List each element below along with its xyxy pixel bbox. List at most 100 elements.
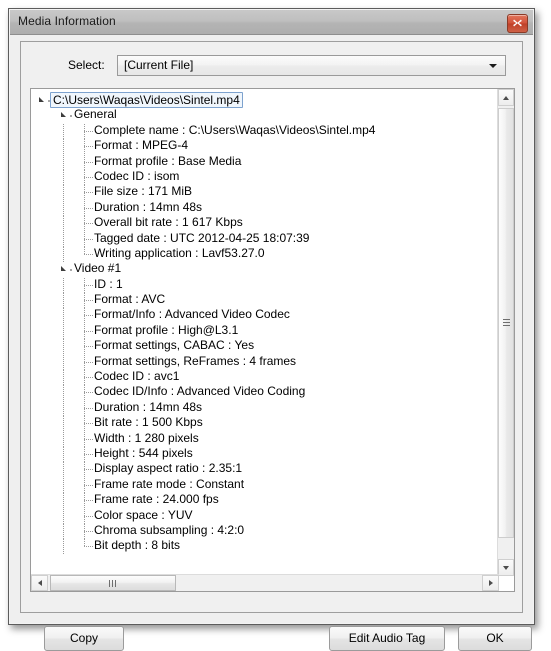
tree-connector-line xyxy=(84,453,93,455)
tree-node-label: Video #1 xyxy=(74,261,122,276)
tree-node[interactable]: Video #1 xyxy=(31,261,499,277)
tree-connector-line xyxy=(84,192,93,194)
expander-icon[interactable] xyxy=(39,97,44,102)
scroll-up-button[interactable] xyxy=(498,89,514,106)
vertical-scrollbar-thumb[interactable] xyxy=(498,108,514,538)
tree-connector-line xyxy=(63,416,64,432)
expander-icon[interactable] xyxy=(61,112,66,118)
media-information-window: Media Information Select: [Current File]… xyxy=(8,8,535,651)
tree-node-label: Overall bit rate : 1 617 Kbps xyxy=(94,215,243,230)
dialog-body: Select: [Current File] C:\Users\Waqas\Vi… xyxy=(10,35,533,651)
tree-node-label: Height : 544 pixels xyxy=(94,445,193,460)
tree-connector-line xyxy=(84,223,93,225)
scroll-down-button[interactable] xyxy=(498,559,514,576)
tree-node[interactable]: Complete name : C:\Users\Waqas\Videos\Si… xyxy=(31,122,499,140)
tree-node-label: Bit rate : 1 500 Kbps xyxy=(94,415,203,430)
tree-connector-line xyxy=(84,176,93,178)
tree-connector-line xyxy=(84,515,93,517)
tree-connector-line xyxy=(84,423,93,425)
tree-node[interactable]: Format settings, ReFrames : 4 frames xyxy=(31,353,499,371)
edit-audio-tag-button[interactable]: Edit Audio Tag xyxy=(329,626,445,651)
tree-node[interactable]: Bit depth : 8 bits xyxy=(31,538,499,555)
ok-button[interactable]: OK xyxy=(458,626,532,651)
tree-node[interactable]: Codec ID/Info : Advanced Video Coding xyxy=(31,384,499,401)
tree-connector-line xyxy=(63,154,64,170)
tree-connector-line xyxy=(84,161,93,163)
tree-connector-line xyxy=(63,370,64,386)
tree-connector-line xyxy=(84,253,93,255)
tree-connector-dot xyxy=(70,115,72,118)
expander-icon[interactable] xyxy=(61,266,66,272)
tree-node-label: General xyxy=(74,107,117,122)
tree-node-label: Format : MPEG-4 xyxy=(94,138,189,153)
tree-node[interactable]: Tagged date : UTC 2012-04-25 18:07:39 xyxy=(31,231,499,247)
tree-connector-line xyxy=(63,169,64,186)
tree-node-label: Display aspect ratio : 2.35:1 xyxy=(94,461,243,476)
tree-node[interactable]: Width : 1 280 pixels xyxy=(31,431,499,447)
tree-node[interactable]: Codec ID : isom xyxy=(31,168,499,186)
tree-node-label: Complete name : C:\Users\Waqas\Videos\Si… xyxy=(94,122,376,137)
scroll-right-button[interactable] xyxy=(482,575,499,591)
tree-node-label: ID : 1 xyxy=(94,276,123,291)
tree-node-label: Duration : 14mn 48s xyxy=(94,399,203,414)
tree-node[interactable]: General xyxy=(31,107,499,123)
title-bar[interactable]: Media Information xyxy=(10,10,533,35)
media-info-tree[interactable]: C:\Users\Waqas\Videos\Sintel.mp4 General C… xyxy=(30,88,515,592)
tree-node[interactable]: Color space : YUV xyxy=(31,508,499,524)
tree-connector-line xyxy=(63,477,64,494)
select-label: Select: xyxy=(68,58,105,72)
tree-connector-line xyxy=(84,146,93,148)
tree-node[interactable]: Frame rate mode : Constant xyxy=(31,477,499,494)
tree-connector-line xyxy=(63,216,64,232)
horizontal-scrollbar-thumb[interactable] xyxy=(50,575,176,591)
content-panel: Select: [Current File] C:\Users\Waqas\Vi… xyxy=(20,41,532,651)
tree-connector-line xyxy=(63,139,64,155)
tree-node[interactable]: C:\Users\Waqas\Videos\Sintel.mp4 xyxy=(31,92,499,108)
tree-node-label: Codec ID : isom xyxy=(94,168,180,183)
tree-vertical-scrollbar[interactable] xyxy=(497,89,514,576)
arrow-up-icon xyxy=(503,96,509,100)
scroll-left-button[interactable] xyxy=(31,575,48,591)
tree-node[interactable]: Format : AVC xyxy=(31,292,499,309)
tree-connector-line xyxy=(63,539,64,555)
tree-node-label: File size : 171 MiB xyxy=(94,184,193,199)
tree-connector-line xyxy=(84,377,93,379)
tree-node[interactable]: Duration : 14mn 48s xyxy=(31,200,499,217)
tree-node[interactable]: ID : 1 xyxy=(31,276,499,294)
tree-node[interactable]: Writing application : Lavf53.27.0 xyxy=(31,246,499,263)
tree-node[interactable]: Chroma subsampling : 4:2:0 xyxy=(31,523,499,540)
tree-node-label: Format settings, ReFrames : 4 frames xyxy=(94,353,297,368)
tree-connector-line xyxy=(84,238,93,240)
copy-button[interactable]: Copy xyxy=(44,626,124,651)
arrow-right-icon xyxy=(489,580,493,586)
file-select-dropdown[interactable]: [Current File] xyxy=(117,55,506,76)
tree-connector-line xyxy=(84,407,93,409)
tree-connector-line xyxy=(63,123,64,140)
tree-node[interactable]: File size : 171 MiB xyxy=(31,184,499,201)
tree-node-label: Format profile : High@L3.1 xyxy=(94,322,239,337)
tree-node[interactable]: Display aspect ratio : 2.35:1 xyxy=(31,461,499,478)
tree-node[interactable]: Bit rate : 1 500 Kbps xyxy=(31,415,499,432)
tree-connector-line xyxy=(84,484,93,486)
tree-node[interactable]: Overall bit rate : 1 617 Kbps xyxy=(31,215,499,232)
tree-connector-line xyxy=(63,354,64,371)
tree-node-label: Codec ID : avc1 xyxy=(94,369,180,384)
tree-node-label: Bit depth : 8 bits xyxy=(94,538,181,553)
tree-node[interactable]: Format profile : High@L3.1 xyxy=(31,322,499,340)
tree-node[interactable]: Format profile : Base Media xyxy=(31,154,499,170)
grip-icon xyxy=(109,580,117,587)
tree-connector-line xyxy=(63,493,64,509)
tree-node[interactable]: Format settings, CABAC : Yes xyxy=(31,338,499,355)
tree-node[interactable]: Frame rate : 24.000 fps xyxy=(31,492,499,509)
tree-connector-line xyxy=(84,392,93,394)
tree-horizontal-scrollbar[interactable] xyxy=(31,574,499,591)
window-title: Media Information xyxy=(18,14,116,28)
tree-node[interactable]: Format : MPEG-4 xyxy=(31,138,499,155)
tree-node[interactable]: Codec ID : avc1 xyxy=(31,369,499,386)
tree-node[interactable]: Format/Info : Advanced Video Codec xyxy=(31,307,499,324)
tree-connector-line xyxy=(84,346,93,348)
close-icon[interactable] xyxy=(507,14,528,33)
chevron-down-icon xyxy=(489,64,497,68)
tree-node[interactable]: Duration : 14mn 48s xyxy=(31,399,499,417)
tree-node[interactable]: Height : 544 pixels xyxy=(31,445,499,463)
